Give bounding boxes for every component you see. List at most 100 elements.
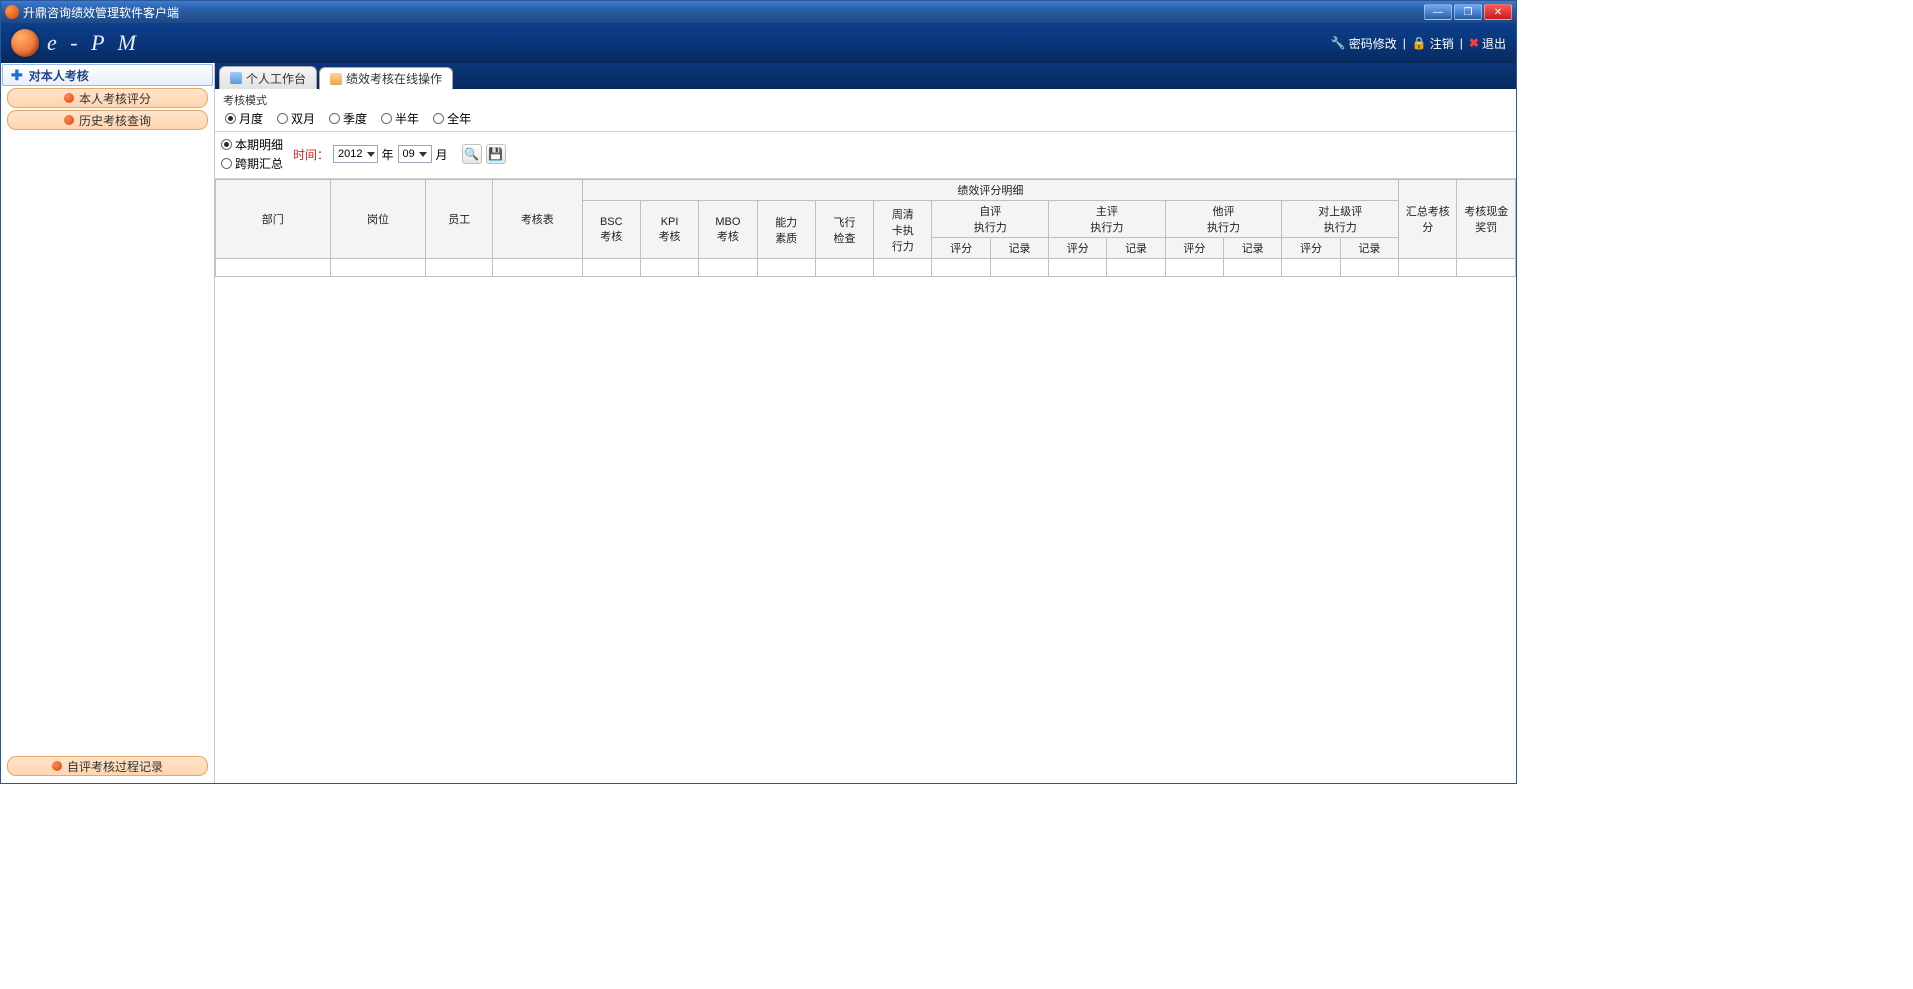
plus-icon: ✚ [11,67,23,84]
lock-icon: 🔒 [1412,36,1427,50]
sidebar-item-label: 本人考核评分 [79,90,151,107]
app-header: e - P M 🔧 密码修改 | 🔒 注销 | ✖ 退出 [1,23,1516,63]
radio-icon [329,113,340,124]
radio-label: 全年 [447,110,471,127]
col-other-record[interactable]: 记录 [1224,238,1282,259]
col-other[interactable]: 他评 执行力 [1165,201,1282,238]
tab-performance-operation[interactable]: 绩效考核在线操作 [319,67,453,90]
col-self[interactable]: 自评 执行力 [932,201,1049,238]
col-self-score[interactable]: 评分 [932,238,990,259]
table-body [216,259,1516,277]
data-table-wrap: 部门 岗位 员工 考核表 绩效评分明细 汇总考核分 考核现金奖罚 BSC 考核 … [215,179,1516,783]
col-total[interactable]: 汇总考核分 [1399,180,1457,259]
radio-label: 跨期汇总 [235,155,283,172]
period-radio-detail[interactable]: 本期明细 [221,136,283,153]
radio-icon [381,113,392,124]
col-mbo[interactable]: MBO 考核 [699,201,757,259]
col-dept[interactable]: 部门 [216,180,331,259]
sidebar-item-label: 历史考核查询 [79,112,151,129]
col-other-score[interactable]: 评分 [1165,238,1223,259]
change-password-label: 密码修改 [1349,35,1397,52]
col-lead-record[interactable]: 记录 [1107,238,1165,259]
tab-label: 绩效考核在线操作 [346,70,442,87]
col-superior-record[interactable]: 记录 [1340,238,1398,259]
mode-radio-monthly[interactable]: 月度 [225,110,263,127]
bullet-icon [64,115,74,125]
maximize-button[interactable]: ❐ [1454,4,1482,20]
sidebar-item-self-score[interactable]: 本人考核评分 [7,88,208,108]
key-icon: 🔧 [1331,36,1346,50]
radio-icon [221,158,232,169]
search-icon: 🔍 [464,147,479,161]
col-bonus[interactable]: 考核现金奖罚 [1457,180,1516,259]
col-sheet[interactable]: 考核表 [493,180,583,259]
window-title: 升鼎咨询绩效管理软件客户端 [23,4,179,21]
chevron-down-icon [367,152,375,157]
col-post[interactable]: 岗位 [330,180,426,259]
sidebar-item-history-query[interactable]: 历史考核查询 [7,110,208,130]
radio-icon [433,113,444,124]
app-window: 升鼎咨询绩效管理软件客户端 — ❐ ✕ e - P M 🔧 密码修改 | 🔒 注… [0,0,1517,784]
bullet-icon [52,761,62,771]
search-button[interactable]: 🔍 [462,144,482,164]
save-icon: 💾 [488,147,503,161]
period-radio-summary[interactable]: 跨期汇总 [221,155,283,172]
year-combo[interactable]: 2012 [333,145,377,163]
operation-icon [330,73,342,85]
month-combo[interactable]: 09 [398,145,432,163]
year-value: 2012 [338,148,362,160]
table-row [216,259,1516,277]
col-flight[interactable]: 飞行 检查 [815,201,873,259]
col-self-record[interactable]: 记录 [990,238,1048,259]
header-links: 🔧 密码修改 | 🔒 注销 | ✖ 退出 [1331,35,1506,52]
col-superior-score[interactable]: 评分 [1282,238,1340,259]
main-area: ✚ 对本人考核 本人考核评分 历史考核查询 自评考核过程记录 [1,63,1516,783]
titlebar: 升鼎咨询绩效管理软件客户端 — ❐ ✕ [1,1,1516,23]
mode-radio-halfyear[interactable]: 半年 [381,110,419,127]
time-group: 时间： 2012 年 09 月 🔍 [293,144,506,164]
sidebar-item-self-eval-log[interactable]: 自评考核过程记录 [7,756,208,776]
chevron-down-icon [419,152,427,157]
change-password-link[interactable]: 🔧 密码修改 [1331,35,1397,52]
radio-label: 半年 [395,110,419,127]
col-emp[interactable]: 员工 [426,180,493,259]
period-section: 本期明细 跨期汇总 时间： 2012 年 09 [215,132,1516,179]
sidebar-header-label: 对本人考核 [29,67,89,84]
time-label: 时间： [293,146,329,163]
save-button[interactable]: 💾 [486,144,506,164]
month-value: 09 [403,148,415,160]
col-kpi[interactable]: KPI 考核 [640,201,698,259]
mode-radio-quarterly[interactable]: 季度 [329,110,367,127]
mode-radio-bimonthly[interactable]: 双月 [277,110,315,127]
col-lead[interactable]: 主评 执行力 [1049,201,1166,238]
tab-label: 个人工作台 [246,70,306,87]
col-weekly[interactable]: 周清 卡执 行力 [874,201,932,259]
mode-radio-row: 月度 双月 季度 半年 [221,108,1510,129]
radio-label: 季度 [343,110,367,127]
logo-text: e - P M [47,30,140,56]
window-controls: — ❐ ✕ [1424,4,1512,20]
logo-icon [11,29,39,57]
mode-section: 考核模式 月度 双月 季度 [215,89,1516,132]
exit-link[interactable]: ✖ 退出 [1469,35,1506,52]
close-button[interactable]: ✕ [1484,4,1512,20]
bullet-icon [64,93,74,103]
tab-personal-workbench[interactable]: 个人工作台 [219,66,317,89]
radio-label: 本期明细 [235,136,283,153]
radio-label: 双月 [291,110,315,127]
col-ability[interactable]: 能力 素质 [757,201,815,259]
mode-radio-year[interactable]: 全年 [433,110,471,127]
sidebar-header[interactable]: ✚ 对本人考核 [2,64,213,86]
data-table: 部门 岗位 员工 考核表 绩效评分明细 汇总考核分 考核现金奖罚 BSC 考核 … [215,179,1516,277]
logout-link[interactable]: 🔒 注销 [1412,35,1454,52]
col-lead-score[interactable]: 评分 [1049,238,1107,259]
exit-icon: ✖ [1469,36,1479,50]
col-superior[interactable]: 对上级评 执行力 [1282,201,1399,238]
minimize-button[interactable]: — [1424,4,1452,20]
exit-label: 退出 [1482,35,1506,52]
col-group-detail[interactable]: 绩效评分明细 [582,180,1399,201]
month-suffix: 月 [436,146,448,163]
col-bsc[interactable]: BSC 考核 [582,201,640,259]
content: 个人工作台 绩效考核在线操作 考核模式 月度 双月 [215,63,1516,783]
year-suffix: 年 [382,146,394,163]
